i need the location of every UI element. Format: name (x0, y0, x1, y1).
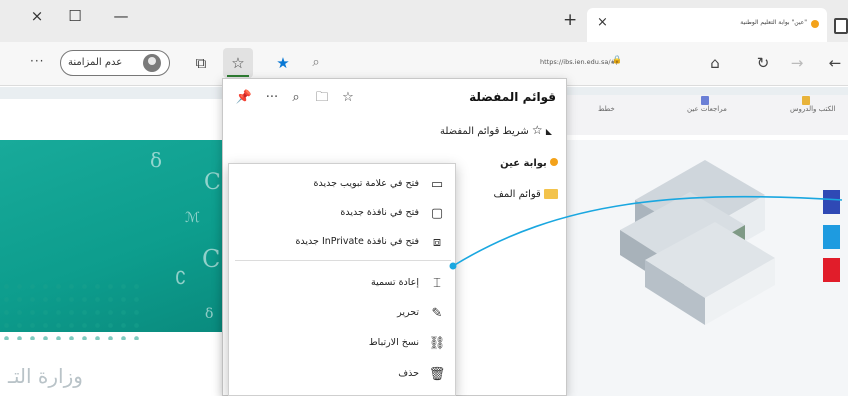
tab-actions-icon[interactable] (834, 18, 848, 34)
banner-glyph: C (202, 245, 221, 273)
menu-item-label: إعادة تسمية (370, 277, 419, 288)
context-menu: ▭ فتح في علامة تبويب جديدة ▢ فتح في نافذ… (228, 163, 456, 396)
reviews-icon (701, 96, 709, 105)
menu-item-open-new-tab[interactable]: ▭ فتح في علامة تبويب جديدة (229, 171, 457, 199)
forward-icon[interactable]: ← (824, 52, 846, 74)
close-window-icon[interactable]: × (24, 4, 50, 28)
home-icon[interactable]: ⌂ (704, 52, 726, 74)
site-favicon-icon (550, 158, 558, 166)
profile-button[interactable]: عدم المزامنة (60, 50, 170, 76)
books-icon (802, 96, 810, 105)
tab-close-icon[interactable]: × (597, 15, 608, 30)
hero-illustration (565, 140, 848, 396)
nav-item-label: مراجعات عين (687, 105, 727, 113)
pin-icon[interactable]: 📌 (233, 87, 255, 109)
banner-glyph: δ (150, 148, 163, 172)
menu-item-label: فتح في علامة تبويب جديدة (313, 178, 419, 189)
ministry-logo-text: وزارة التـ (8, 364, 83, 388)
menu-item-rename[interactable]: ⌶ إعادة تسمية (229, 270, 457, 298)
zoom-icon[interactable]: ⌕ (305, 52, 327, 74)
favorites-icon[interactable]: ☆ (227, 52, 249, 74)
menu-item-label: فتح في نافذة جديدة (340, 207, 419, 218)
site-navigation: الكتب والدروس مراجعات عين خطط (565, 95, 848, 135)
side-tag-red[interactable] (823, 258, 840, 282)
star-icon: ☆ (531, 123, 543, 137)
nav-item-label: الكتب والدروس (790, 105, 836, 113)
more-options-icon[interactable]: ··· (30, 54, 44, 68)
favorites-bar-label: شريط قوائم المفضلة (440, 126, 529, 137)
minimize-window-icon[interactable]: — (108, 4, 134, 28)
menu-item-open-inprivate[interactable]: ⧈ فتح في نافذة InPrivate جديدة (229, 229, 457, 257)
folder-icon (544, 189, 558, 199)
expand-arrow-icon: ◣ (545, 127, 552, 136)
nav-item-books[interactable]: الكتب والدروس (790, 96, 836, 113)
banner-glyph: ℳ (185, 210, 200, 226)
banner-glyph: δ (205, 306, 214, 322)
lock-icon[interactable]: 🔒 (612, 55, 622, 64)
menu-item-label: حذف (398, 368, 419, 379)
trash-icon: 🗑 (428, 367, 446, 382)
banner-glyph: ∁ (175, 268, 187, 289)
restore-window-icon[interactable]: ☐ (62, 4, 88, 28)
more-options-icon[interactable]: ··· (261, 87, 283, 109)
menu-item-copy-link[interactable]: ⛓ نسخ الارتباط (229, 330, 457, 358)
new-window-icon: ▢ (430, 206, 444, 221)
inprivate-window-icon: ⧈ (432, 235, 442, 250)
title-bar: × ☐ — + × "عين" بوابة التعليم الوطنية (0, 0, 848, 42)
browser-tab[interactable]: × "عين" بوابة التعليم الوطنية (587, 8, 827, 42)
folder-item[interactable]: قوائم المف (493, 189, 558, 209)
favorites-panel-title: قوائم المفضلة (469, 90, 556, 104)
favorites-bar-item[interactable]: ◣ ☆ شريط قوائم المفضلة (440, 123, 552, 143)
tab-title: "عين" بوابة التعليم الوطنية (740, 19, 807, 26)
nav-item-plans[interactable]: خطط (598, 105, 615, 113)
site-item[interactable]: بوابة عين (500, 158, 558, 178)
side-tag-light-blue[interactable] (823, 225, 840, 249)
new-tab-icon: ▭ (430, 177, 444, 192)
menu-item-delete[interactable]: 🗑 حذف (229, 361, 457, 389)
menu-divider (235, 260, 451, 261)
decorative-dots (0, 280, 140, 340)
side-tag-blue[interactable] (823, 190, 840, 214)
refresh-icon[interactable]: ↻ (752, 52, 774, 74)
new-tab-button[interactable]: + (563, 10, 577, 30)
rename-icon: ⌶ (433, 276, 441, 291)
menu-item-edit[interactable]: ✎ تحرير (229, 300, 457, 328)
books-illustration-group (620, 160, 775, 325)
site-favicon-icon (811, 20, 819, 28)
address-bar-url[interactable]: https://ibs.ien.edu.sa/#/ (540, 58, 618, 66)
add-folder-icon[interactable]: 🗀 (311, 87, 333, 109)
menu-item-label: فتح في نافذة InPrivate جديدة (295, 236, 419, 247)
books-illustration (620, 160, 775, 325)
search-icon[interactable]: ⌕ (285, 87, 307, 109)
menu-item-label: نسخ الارتباط (368, 337, 419, 348)
banner-glyph: C (204, 170, 221, 195)
back-icon[interactable]: → (786, 52, 808, 74)
edit-pencil-icon: ✎ (431, 306, 443, 321)
collections-icon[interactable]: ⧉ (190, 52, 212, 74)
site-label: بوابة عين (500, 158, 547, 169)
nav-item-reviews[interactable]: مراجعات عين (687, 96, 727, 113)
menu-item-open-new-window[interactable]: ▢ فتح في نافذة جديدة (229, 200, 457, 228)
add-favorite-star-icon[interactable]: ★ (272, 52, 294, 74)
menu-item-label: تحرير (397, 307, 419, 318)
folder-label: قوائم المف (493, 189, 541, 200)
avatar (143, 54, 161, 72)
sync-status-label: عدم المزامنة (68, 57, 123, 68)
add-favorite-icon[interactable]: ☆ (337, 87, 359, 109)
nav-item-label: خطط (598, 105, 615, 113)
link-icon: ⛓ (428, 336, 446, 351)
